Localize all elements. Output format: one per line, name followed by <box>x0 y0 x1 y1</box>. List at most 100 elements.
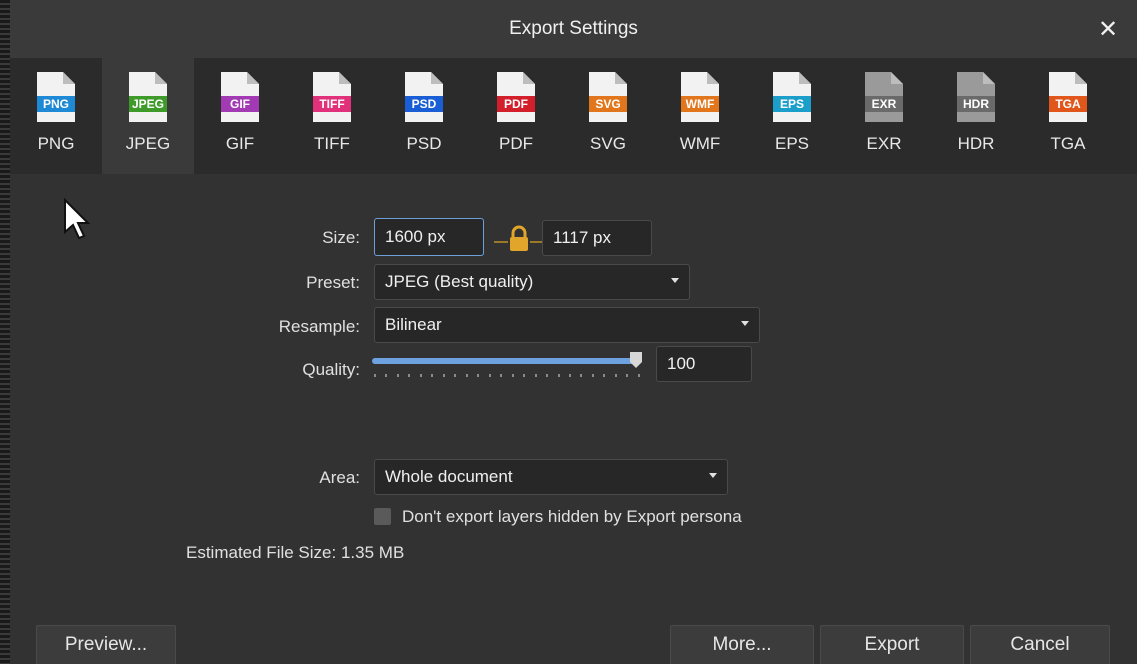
file-badge: WMF <box>685 97 715 111</box>
format-tab-pdf[interactable]: PDF PDF <box>470 58 562 174</box>
slider-tick <box>408 374 411 377</box>
resample-value: Bilinear <box>385 315 442 334</box>
file-badge: PDF <box>504 97 528 111</box>
slider-tick <box>442 374 445 377</box>
slider-tick <box>557 374 560 377</box>
hdr-file-icon: HDR <box>957 72 995 122</box>
format-label: EPS <box>774 134 810 153</box>
window-edge <box>0 0 10 664</box>
slider-tick <box>591 374 594 377</box>
format-label: PNG <box>37 134 75 153</box>
close-icon[interactable]: ✕ <box>1093 14 1123 44</box>
slider-tick <box>385 374 388 377</box>
estimated-size-label: Estimated File Size: <box>186 543 337 562</box>
height-input[interactable]: 1117 px <box>542 220 652 256</box>
pdf-file-icon: PDF <box>497 72 535 122</box>
format-label: EXR <box>866 134 902 153</box>
format-tab-tiff[interactable]: TIFF TIFF <box>286 58 378 174</box>
slider-tick <box>477 374 480 377</box>
slider-tick <box>546 374 549 377</box>
file-badge: TGA <box>1055 97 1081 111</box>
svg-file-icon: SVG <box>589 72 627 122</box>
format-tab-psd[interactable]: PSD PSD <box>378 58 470 174</box>
slider-tick <box>603 374 606 377</box>
psd-file-icon: PSD <box>405 72 443 122</box>
hidden-layers-label: Don't export layers hidden by Export per… <box>402 507 742 526</box>
area-label: Area: <box>319 468 360 487</box>
format-label: PSD <box>406 134 442 153</box>
mouse-pointer-icon <box>62 197 92 247</box>
dialog-title: Export Settings <box>509 18 638 39</box>
slider-tick <box>614 374 617 377</box>
more-button[interactable]: More... <box>670 625 814 664</box>
format-tab-gif[interactable]: GIF GIF <box>194 58 286 174</box>
tiff-file-icon: TIFF <box>313 72 351 122</box>
width-input[interactable]: 1600 px <box>374 218 484 256</box>
file-badge: GIF <box>230 97 250 111</box>
format-tab-exr[interactable]: EXR EXR <box>838 58 930 174</box>
hidden-layers-checkbox[interactable] <box>374 508 391 525</box>
format-label: WMF <box>679 134 721 153</box>
slider-tick <box>488 374 491 377</box>
slider-tick <box>580 374 583 377</box>
preset-value: JPEG (Best quality) <box>385 272 534 291</box>
format-tab-tga[interactable]: TGA TGA <box>1022 58 1114 174</box>
format-tab-wmf[interactable]: WMF WMF <box>654 58 746 174</box>
area-select[interactable]: Whole document <box>374 459 728 495</box>
slider-tick <box>454 374 457 377</box>
slider-tick <box>534 374 537 377</box>
format-label: TIFF <box>314 134 350 153</box>
file-badge: PSD <box>411 97 437 111</box>
eps-file-icon: EPS <box>773 72 811 122</box>
format-label: TGA <box>1050 134 1086 153</box>
cancel-button[interactable]: Cancel <box>970 625 1110 664</box>
quality-input[interactable]: 100 <box>656 346 752 382</box>
export-settings-dialog: Export Settings ✕ PNG PNG JPEG JPEG GIF GIF TI… <box>10 0 1137 664</box>
format-label: PDF <box>499 134 533 153</box>
slider-tick <box>626 374 629 377</box>
slider-tick <box>500 374 503 377</box>
gif-file-icon: GIF <box>221 72 259 122</box>
preset-select[interactable]: JPEG (Best quality) <box>374 264 690 300</box>
preset-label: Preset: <box>306 273 360 292</box>
chevron-down-icon <box>709 473 717 478</box>
format-tab-hdr[interactable]: HDR HDR <box>930 58 1022 174</box>
file-badge: EXR <box>871 97 897 111</box>
lock-icon[interactable] <box>494 224 544 254</box>
chevron-down-icon <box>671 278 679 283</box>
format-tabs: PNG PNG JPEG JPEG GIF GIF TIFF TIFF PSD PSD PDF PDF… <box>10 58 1137 174</box>
export-button[interactable]: Export <box>820 625 964 664</box>
slider-tick <box>511 374 514 377</box>
slider-tick <box>465 374 468 377</box>
file-badge: JPEG <box>131 97 164 111</box>
quality-slider-ticks <box>374 374 640 378</box>
format-label: GIF <box>225 134 255 153</box>
chevron-down-icon <box>741 321 749 326</box>
slider-tick <box>523 374 526 377</box>
area-value: Whole document <box>385 467 513 486</box>
quality-slider-thumb[interactable] <box>630 352 642 368</box>
estimated-size-value: 1.35 MB <box>340 543 405 562</box>
exr-file-icon: EXR <box>865 72 903 122</box>
format-label: SVG <box>590 134 626 153</box>
format-tab-png[interactable]: PNG PNG <box>10 58 102 174</box>
slider-tick <box>396 374 399 377</box>
preview-button[interactable]: Preview... <box>36 625 176 664</box>
png-file-icon: PNG <box>37 72 75 122</box>
format-tab-eps[interactable]: EPS EPS <box>746 58 838 174</box>
jpeg-file-icon: JPEG <box>129 72 167 122</box>
format-label: HDR <box>957 134 995 153</box>
size-label: Size: <box>322 228 360 247</box>
slider-tick <box>431 374 434 377</box>
tga-file-icon: TGA <box>1049 72 1087 122</box>
quality-slider[interactable] <box>372 352 642 368</box>
estimated-file-size: Estimated File Size: 1.35 MB <box>186 543 404 563</box>
format-tab-jpeg[interactable]: JPEG JPEG <box>102 58 194 174</box>
slider-tick <box>637 374 640 377</box>
resample-select[interactable]: Bilinear <box>374 307 760 343</box>
file-badge: HDR <box>963 97 989 111</box>
file-badge: SVG <box>595 97 621 111</box>
wmf-file-icon: WMF <box>681 72 719 122</box>
file-badge: EPS <box>779 97 804 111</box>
format-tab-svg[interactable]: SVG SVG <box>562 58 654 174</box>
